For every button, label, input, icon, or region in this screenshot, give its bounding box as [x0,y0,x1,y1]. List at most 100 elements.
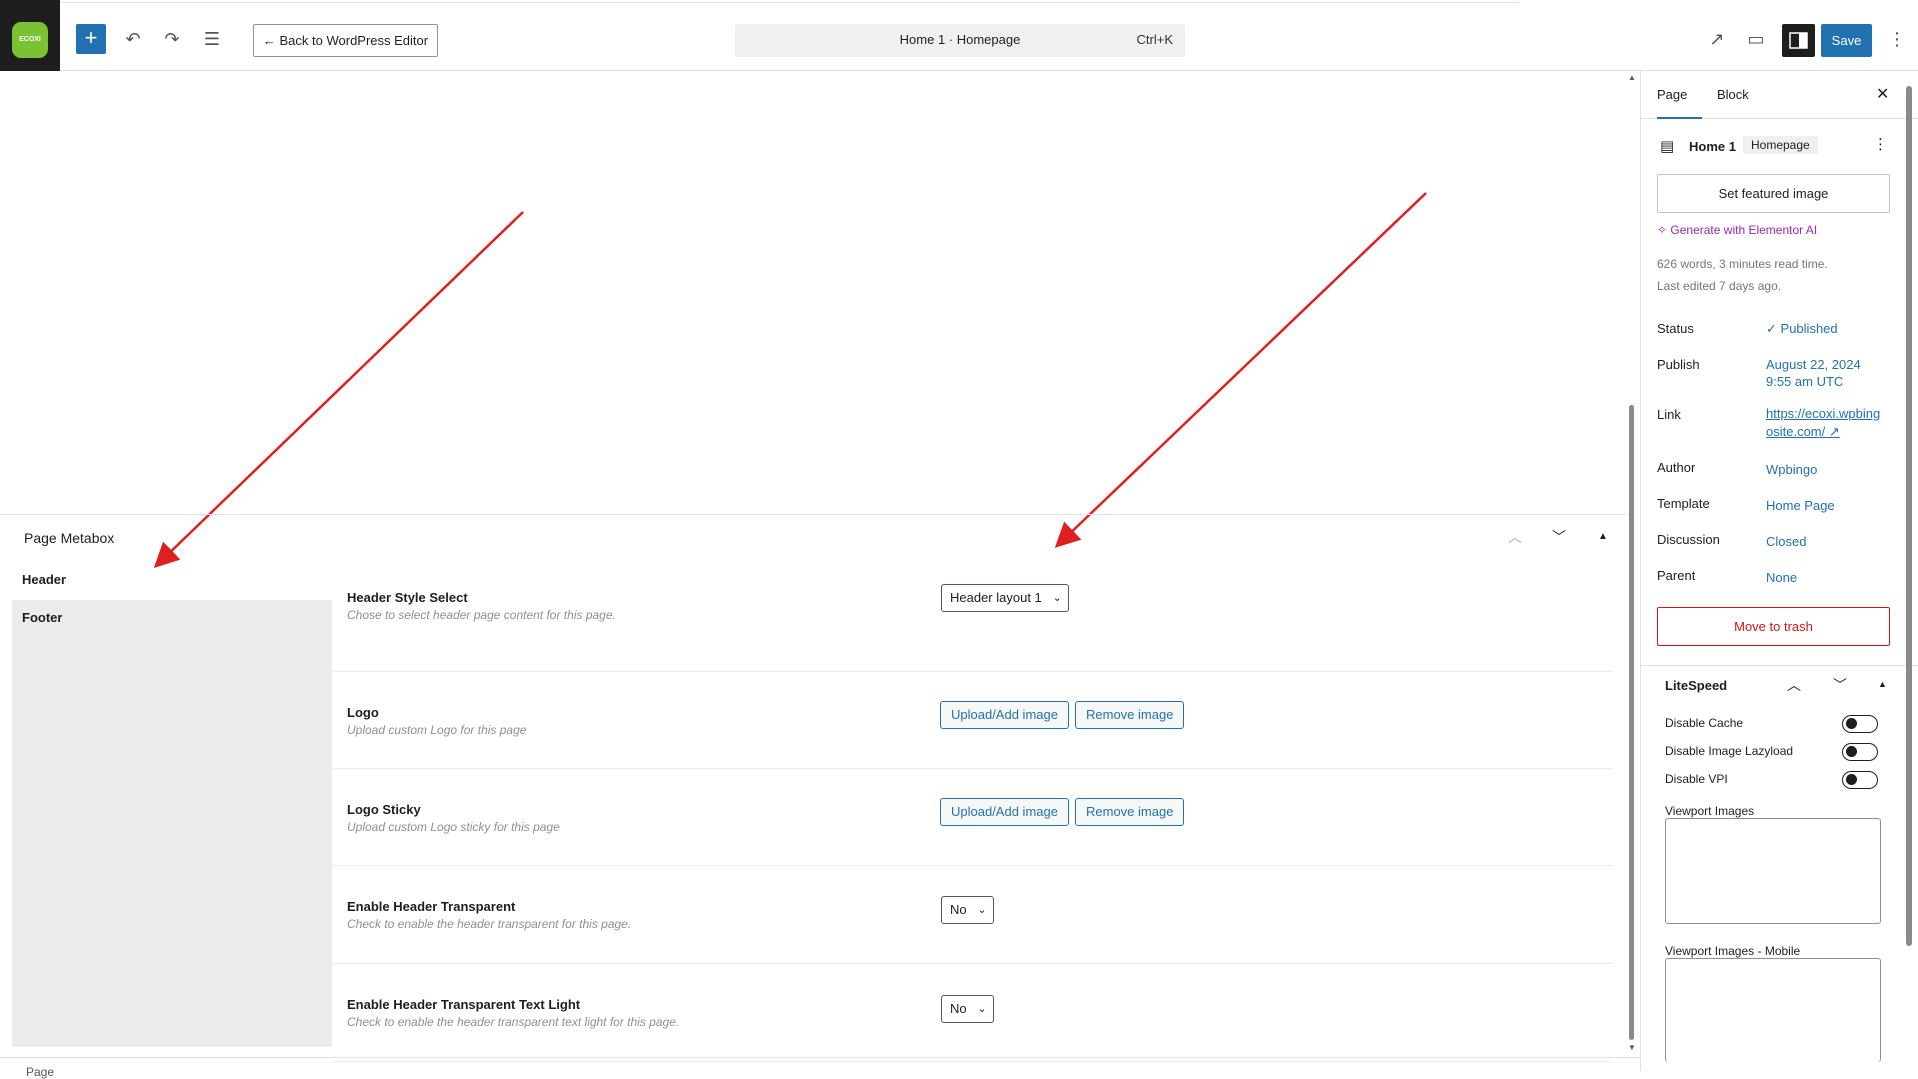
template-value[interactable]: Home Page [1766,497,1835,515]
link-url[interactable]: https://ecoxi.wpbing [1766,405,1880,423]
author-label: Author [1657,460,1696,475]
header-style-select[interactable]: Header layout 1 ⌄ [941,584,1069,612]
field-description: Chose to select header page content for … [347,608,616,622]
disable-lazyload-toggle[interactable] [1842,743,1878,761]
page-metabox: Page Metabox ︿ ﹀ ▲ Header Footer Header … [0,514,1626,1062]
last-edited: Last edited 7 days ago. [1657,279,1782,293]
document-overview-icon[interactable]: ☰ [199,26,225,52]
publish-time[interactable]: 9:55 am UTC [1766,373,1843,391]
field-description: Check to enable the header transparent f… [347,917,632,931]
disable-cache-toggle[interactable] [1842,715,1878,733]
add-block-button[interactable]: + [76,24,106,54]
sparkle-icon: ✧ [1657,223,1668,237]
site-logo-area[interactable]: ECOXI [0,0,60,71]
chevron-down-icon: ⌄ [977,904,987,916]
transparent-text-light-select[interactable]: No ⌄ [941,995,994,1023]
tab-page[interactable]: Page [1657,87,1702,119]
status-text: Published [1780,321,1838,336]
move-to-trash-button[interactable]: Move to trash [1657,607,1890,646]
status-label: Status [1657,321,1694,336]
chevron-down-icon: ⌄ [977,1003,987,1015]
scroll-down-icon[interactable]: ▼ [1628,1043,1636,1052]
viewport-mobile-textarea[interactable] [1665,958,1881,1062]
command-shortcut: Ctrl+K [1136,32,1173,47]
discussion-value[interactable]: Closed [1766,533,1806,551]
field-label: Enable Header Transparent [347,899,516,914]
collapse-toggle-icon[interactable]: ▲ [1878,679,1887,689]
device-preview-icon[interactable]: ▭ [1743,26,1769,52]
header-transparent-select[interactable]: No ⌄ [941,896,994,924]
parent-label: Parent [1657,568,1696,583]
settings-sidebar: Page Block ✕ ▤ Home 1 Homepage ⋮ Set fea… [1640,71,1918,1071]
field-row-header-style: Header Style Select Chose to select head… [333,572,1613,672]
remove-logo-sticky-button[interactable]: Remove image [1075,798,1185,826]
top-edge-line [60,0,1520,3]
status-value[interactable]: ✓ Published [1766,320,1838,338]
remove-logo-button[interactable]: Remove image [1075,701,1185,729]
save-button[interactable]: Save [1821,24,1872,57]
settings-toggle-button[interactable] [1782,24,1815,57]
select-value: Header layout 1 [950,590,1042,605]
upload-logo-sticky-button[interactable]: Upload/Add image [940,798,1069,826]
collapse-toggle-icon[interactable]: ▲ [1598,531,1608,542]
chevron-down-icon: ⌄ [1052,592,1062,604]
disable-lazyload-label: Disable Image Lazyload [1665,744,1794,758]
move-up-icon[interactable]: ︿ [1787,675,1801,695]
command-palette-bar[interactable]: Home 1 · Homepage Ctrl+K [735,24,1185,57]
sidebar-tabs: Page Block ✕ [1641,71,1918,119]
back-to-wp-editor-button[interactable]: ← Back to WordPress Editor [253,24,438,57]
metabox-title: Page Metabox [24,530,115,546]
publish-label: Publish [1657,357,1700,372]
discussion-label: Discussion [1657,532,1720,547]
more-options-icon[interactable]: ⋮ [1873,135,1888,153]
move-down-icon[interactable]: ﹀ [1833,675,1847,695]
document-title: Home 1 · Homepage [899,32,1021,47]
tab-header[interactable]: Header [22,572,66,587]
site-logo[interactable]: ECOXI [12,22,48,58]
field-label: Header Style Select [347,590,468,605]
word-count: 626 words, 3 minutes read time. [1657,257,1828,271]
field-label: Logo Sticky [347,802,421,817]
view-external-icon[interactable]: ↗ [1704,26,1730,52]
select-value: No [950,1001,967,1016]
tab-page-label: Page [1657,87,1688,102]
template-label: Template [1657,496,1710,511]
disable-cache-label: Disable Cache [1665,716,1744,730]
page-badge: Homepage [1743,136,1818,154]
sidebar-scroll-thumb[interactable] [1906,86,1912,946]
field-label: Enable Header Transparent Text Light [347,997,581,1012]
viewport-images-textarea[interactable] [1665,818,1881,924]
undo-icon[interactable]: ↶ [120,26,146,52]
editor-toolbar: ECOXI + ↶ ↷ ☰ ← Back to WordPress Editor… [0,0,1918,71]
litespeed-title: LiteSpeed [1665,678,1728,693]
publish-date[interactable]: August 22, 2024 [1766,356,1861,374]
move-up-icon[interactable]: ︿ [1508,527,1522,547]
move-down-icon[interactable]: ﹀ [1552,527,1566,547]
field-row-transparent-text-light: Enable Header Transparent Text Light Che… [333,964,1613,1062]
field-description: Upload custom Logo for this page [347,723,527,737]
breadcrumb[interactable]: Page [26,1065,54,1079]
upload-logo-button[interactable]: Upload/Add image [940,701,1069,729]
tab-footer[interactable]: Footer [22,610,62,625]
author-value[interactable]: Wpbingo [1766,461,1817,479]
page-icon: ▤ [1660,138,1675,155]
published-check-icon: ✓ [1766,321,1777,336]
canvas-scroll-thumb[interactable] [1629,405,1634,1040]
redo-icon[interactable]: ↷ [159,26,185,52]
close-icon[interactable]: ✕ [1876,84,1889,104]
generate-ai-link[interactable]: ✧ Generate with Elementor AI [1657,223,1817,237]
tab-block[interactable]: Block [1717,87,1749,102]
editor-footer: Page [0,1057,1640,1079]
page-title: Home 1 [1689,139,1736,154]
viewport-mobile-label: Viewport Images - Mobile [1665,944,1801,958]
red-arrow-right [1054,192,1427,548]
set-featured-image-button[interactable]: Set featured image [1657,174,1890,213]
more-options-icon[interactable]: ⋮ [1884,26,1910,52]
field-label: Logo [347,705,379,720]
sidebar-icon [1789,32,1808,49]
scroll-up-icon[interactable]: ▲ [1628,73,1636,82]
disable-vpi-toggle[interactable] [1842,771,1878,789]
viewport-images-label: Viewport Images [1665,804,1755,818]
link-url-cont[interactable]: osite.com/ ↗ [1766,423,1840,441]
parent-value[interactable]: None [1766,569,1797,587]
